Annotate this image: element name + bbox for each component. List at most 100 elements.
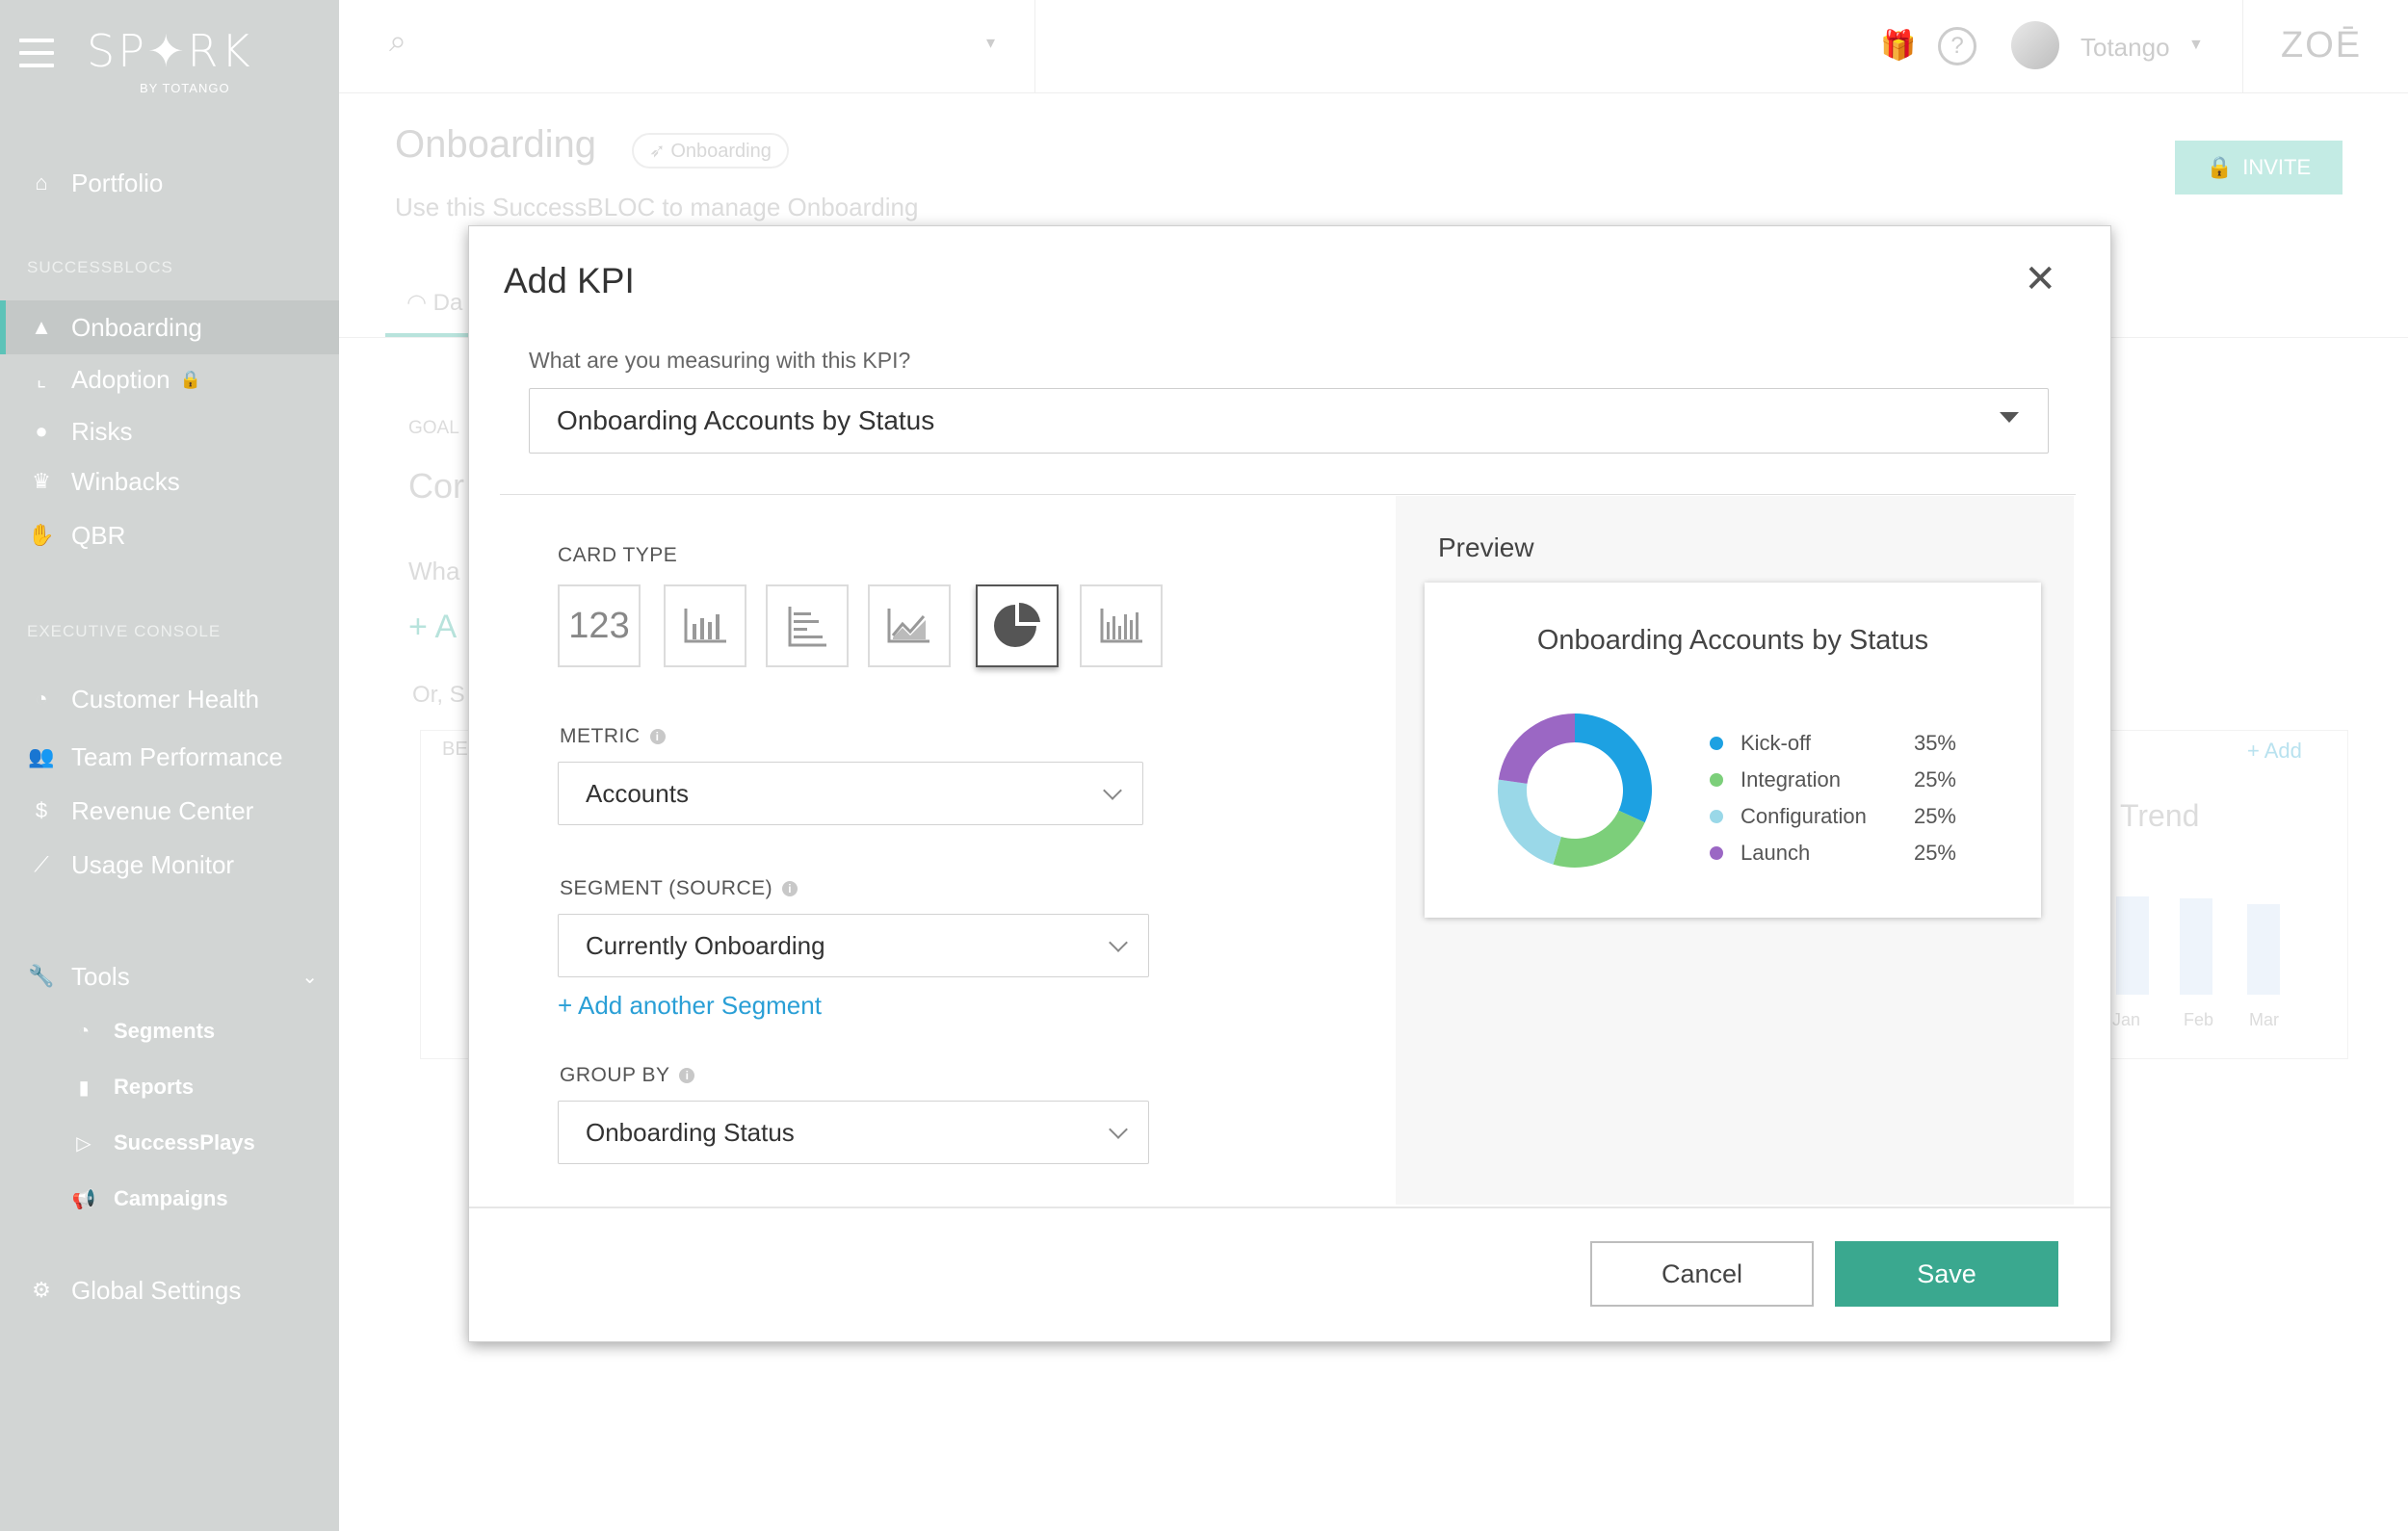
play-icon: ▷ [76,1132,92,1155]
plus-icon: + [408,609,435,645]
dollar-icon: $ [35,798,48,822]
or-select-text: Or, S [412,682,465,708]
card-type-number-button[interactable]: 123 [558,584,641,667]
legend-swatch [1710,846,1723,860]
segment-label: SEGMENT (SOURCE) i [560,877,798,900]
kpi-question-label: What are you measuring with this KPI? [529,348,911,373]
segment-select[interactable]: Currently Onboarding [558,914,1149,977]
month-label: Feb [2184,1010,2214,1029]
bg-bar [2247,904,2280,995]
sidebar-subitem-label: SuccessPlays [114,1130,255,1155]
sidebar-item-onboarding[interactable]: ▲ Onboarding [0,300,339,354]
card-type-bar-button[interactable] [664,584,746,667]
trend-title: Trend [2120,798,2200,833]
card-type-horizontal-bar-button[interactable] [766,584,849,667]
sidebar-item-usage-monitor[interactable]: ⟋ Usage Monitor [0,838,339,892]
sidebar-subitem-reports[interactable]: ▮ Reports [0,1063,339,1111]
close-icon[interactable]: ✕ [2024,257,2056,301]
sidebar-item-portfolio[interactable]: ⌂ Portfolio [0,156,339,210]
divider [2242,0,2243,92]
horizontal-bar-icon [788,607,826,647]
sidebar-item-risks[interactable]: ● Risks [0,404,339,458]
cancel-button[interactable]: Cancel [1590,1241,1814,1307]
sidebar-section-successblocs: SUCCESSBLOCS [27,258,173,276]
sidebar-item-global-settings[interactable]: ⚙ Global Settings [0,1263,339,1317]
sidebar-item-label: Portfolio [71,168,164,197]
sidebar-item-label: Customer Health [71,684,260,714]
logo-subtitle: BY TOTANGO [140,81,230,95]
metric-select[interactable]: Accounts [558,762,1143,825]
legend-value: 25% [1913,804,1956,828]
add-segment-link[interactable]: + Add another Segment [558,991,822,1021]
user-name[interactable]: Totango [2081,33,2170,63]
donut-slice-configuration [1498,779,1561,865]
invite-button[interactable]: 🔒 INVITE [2175,141,2343,195]
badge-label: Onboarding [670,141,772,162]
team-icon: 👥 [28,744,55,768]
donut-slice-kick-off [1575,714,1652,823]
gift-icon[interactable]: 🎁 [1880,29,1916,63]
donut-slice-integration [1553,810,1645,868]
chevron-down-icon [1103,781,1122,800]
legend-item: Configuration 25% [1710,798,1956,835]
segment-label-text: SEGMENT (SOURCE) [560,877,773,899]
add-card-link[interactable]: + Add [2247,739,2302,764]
trophy-icon: ♛ [32,469,51,493]
sidebar-item-revenue-center[interactable]: $ Revenue Center [0,784,339,838]
chart-icon: ⌞ [36,367,47,391]
brand-logo: ZOĒ [2281,25,2363,65]
month-label: Mar [2249,1010,2279,1029]
sidebar-subitem-campaigns[interactable]: 📢 Campaigns [0,1175,339,1223]
save-button[interactable]: Save [1835,1241,2058,1307]
page-description: Use this SuccessBLOC to manage Onboardin… [395,193,919,221]
segment-select-value: Currently Onboarding [586,930,825,960]
chevron-down-icon[interactable]: ▼ [2188,37,2204,54]
chevron-down-icon[interactable]: ▾ [986,33,995,53]
help-icon[interactable]: ? [1938,27,1976,65]
sidebar-subitem-segments[interactable]: ◔ Segments [0,1007,339,1055]
avatar[interactable] [2011,21,2059,69]
bg-bar [2116,896,2149,995]
legend-label: Launch [1741,841,1811,865]
divider [469,1207,2110,1208]
sidebar-item-team-performance[interactable]: 👥 Team Performance [0,730,339,784]
sidebar-item-tools[interactable]: 🔧 Tools ⌄ [0,949,339,1003]
sidebar-item-adoption[interactable]: ⌞ Adoption 🔒 [0,352,339,406]
info-icon[interactable]: i [649,729,666,744]
plus-icon: + [2247,739,2264,763]
card-type-pie-button[interactable] [976,584,1059,667]
gear-icon: ⚙ [32,1278,51,1302]
sidebar-item-customer-health[interactable]: ◔ Customer Health [0,672,339,726]
info-icon[interactable]: i [679,1068,695,1083]
pie-icon: ◔ [77,1020,91,1042]
health-icon: ◔ [35,687,48,711]
sidebar-subitem-successplays[interactable]: ▷ SuccessPlays [0,1119,339,1167]
sidebar-item-qbr[interactable]: ✋ QBR [0,508,339,562]
info-icon[interactable]: i [782,881,798,896]
chart-legend: Kick-off 35% Integration 25% Configuration 25… [1710,725,1956,871]
preview-label: Preview [1438,532,1534,562]
chevron-down-icon [1109,933,1128,952]
kpi-select[interactable]: Onboarding Accounts by Status [529,388,2049,454]
handshake-icon: ✋ [28,523,55,547]
rocket-icon: ▲ [31,315,52,339]
search-icon[interactable]: ⌕ [389,23,406,60]
tab-dashboard[interactable]: ◠ Da [406,289,462,317]
card-type-histogram-button[interactable] [1080,584,1163,667]
bg-bar [2180,898,2212,995]
sidebar-item-label: Usage Monitor [71,849,235,879]
legend-swatch [1710,737,1723,750]
add-goal-label: A [434,609,458,645]
month-label: Jan [2112,1010,2141,1029]
add-goal-link[interactable]: + A [408,609,457,646]
group-by-select[interactable]: Onboarding Status [558,1101,1149,1164]
card-type-line-button[interactable] [868,584,951,667]
bar-chart-icon [684,609,726,643]
sidebar-item-label: Risks [71,416,133,446]
bar-chart-icon: ▮ [78,1077,90,1099]
divider [500,494,2076,495]
group-by-label-text: GROUP BY [560,1064,670,1086]
sidebar-item-winbacks[interactable]: ♛ Winbacks [0,454,339,508]
line-chart-icon [887,609,929,643]
hamburger-menu-icon[interactable] [19,39,54,76]
